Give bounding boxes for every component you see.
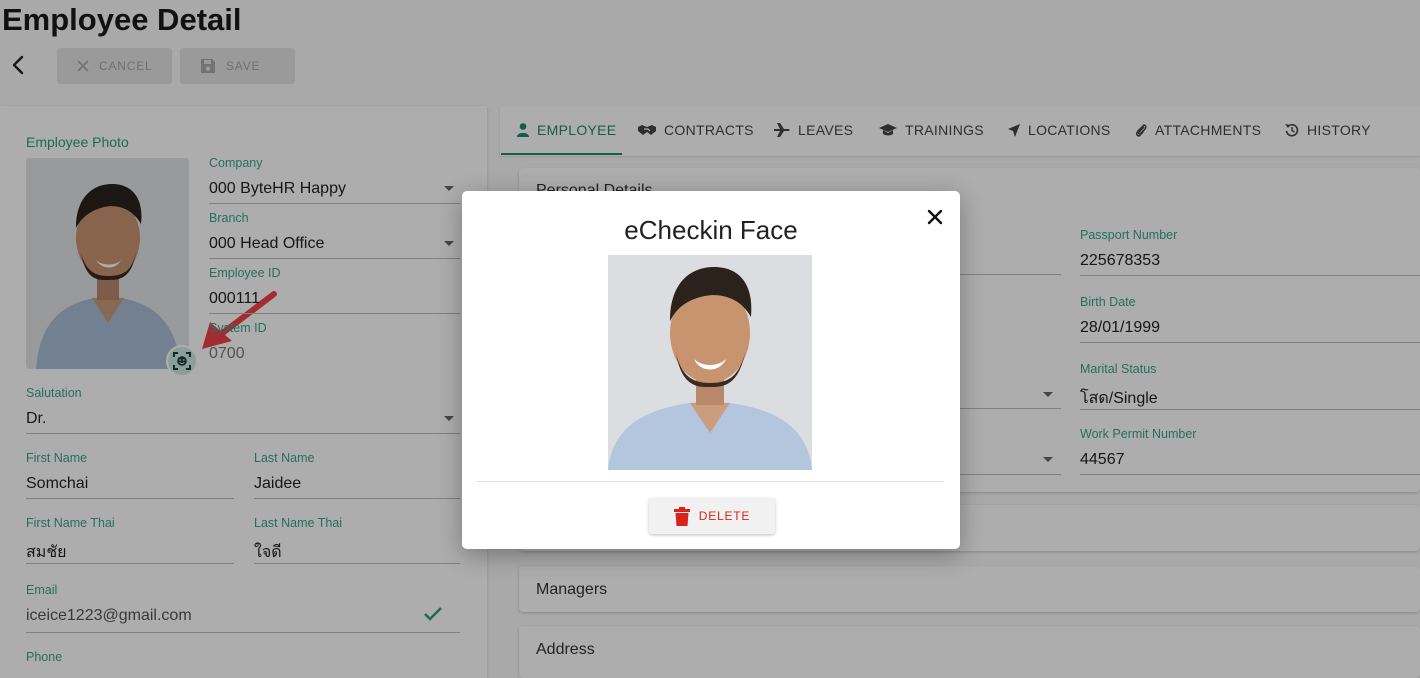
close-icon[interactable] <box>926 208 944 226</box>
face-photo <box>608 255 812 470</box>
echeckin-face-dialog: eCheckin Face DELETE <box>462 191 960 549</box>
trash-icon <box>673 506 690 526</box>
delete-button[interactable]: DELETE <box>649 498 775 534</box>
delete-label: DELETE <box>698 509 751 523</box>
dialog-title: eCheckin Face <box>624 215 798 245</box>
